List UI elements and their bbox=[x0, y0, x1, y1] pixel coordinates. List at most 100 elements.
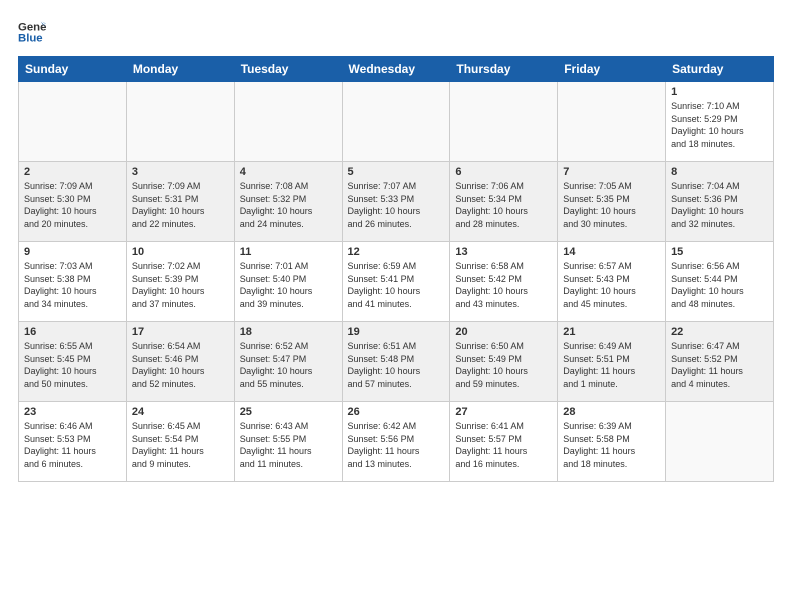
day-info: Sunrise: 7:10 AM Sunset: 5:29 PM Dayligh… bbox=[671, 100, 768, 150]
day-cell: 4Sunrise: 7:08 AM Sunset: 5:32 PM Daylig… bbox=[234, 162, 342, 242]
day-info: Sunrise: 6:50 AM Sunset: 5:49 PM Dayligh… bbox=[455, 340, 552, 390]
logo-icon: General Blue bbox=[18, 18, 46, 46]
header: General Blue bbox=[18, 18, 774, 46]
day-info: Sunrise: 6:49 AM Sunset: 5:51 PM Dayligh… bbox=[563, 340, 660, 390]
day-cell bbox=[666, 402, 774, 482]
day-info: Sunrise: 7:05 AM Sunset: 5:35 PM Dayligh… bbox=[563, 180, 660, 230]
day-number: 25 bbox=[240, 406, 337, 418]
calendar: SundayMondayTuesdayWednesdayThursdayFrid… bbox=[18, 56, 774, 482]
day-cell: 20 Sunrise: 6:50 AM Sunset: 5:49 PM Dayli… bbox=[450, 322, 558, 402]
day-number: 5 bbox=[348, 166, 445, 178]
day-number: 16 bbox=[24, 326, 121, 338]
day-info: Sunrise: 6:39 AM Sunset: 5:58 PM Dayligh… bbox=[563, 420, 660, 470]
day-cell: 6 Sunrise: 7:06 AM Sunset: 5:34 PM Daylig… bbox=[450, 162, 558, 242]
day-cell: 13Sunrise: 6:58 AM Sunset: 5:42 PM Dayli… bbox=[450, 242, 558, 322]
week-row-1: 1 Sunrise: 7:10 AM Sunset: 5:29 PM Daylig… bbox=[19, 82, 774, 162]
col-header-friday: Friday bbox=[558, 57, 666, 82]
page: General Blue SundayMondayTuesdayWednesda… bbox=[0, 0, 792, 492]
day-cell: 12Sunrise: 6:59 AM Sunset: 5:41 PM Dayli… bbox=[342, 242, 450, 322]
day-info: Sunrise: 6:57 AM Sunset: 5:43 PM Dayligh… bbox=[563, 260, 660, 310]
day-cell: 8 Sunrise: 7:04 AM Sunset: 5:36 PM Daylig… bbox=[666, 162, 774, 242]
week-row-2: 2 Sunrise: 7:09 AM Sunset: 5:30 PM Daylig… bbox=[19, 162, 774, 242]
day-info: Sunrise: 6:41 AM Sunset: 5:57 PM Dayligh… bbox=[455, 420, 552, 470]
day-cell: 14 Sunrise: 6:57 AM Sunset: 5:43 PM Dayli… bbox=[558, 242, 666, 322]
day-info: Sunrise: 7:01 AM Sunset: 5:40 PM Dayligh… bbox=[240, 260, 337, 310]
day-number: 2 bbox=[24, 166, 121, 178]
day-number: 24 bbox=[132, 406, 229, 418]
day-number: 17 bbox=[132, 326, 229, 338]
day-info: Sunrise: 6:55 AM Sunset: 5:45 PM Dayligh… bbox=[24, 340, 121, 390]
header-row: SundayMondayTuesdayWednesdayThursdayFrid… bbox=[19, 57, 774, 82]
day-info: Sunrise: 7:08 AM Sunset: 5:32 PM Dayligh… bbox=[240, 180, 337, 230]
day-number: 10 bbox=[132, 246, 229, 258]
day-info: Sunrise: 6:52 AM Sunset: 5:47 PM Dayligh… bbox=[240, 340, 337, 390]
col-header-sunday: Sunday bbox=[19, 57, 127, 82]
day-cell: 28 Sunrise: 6:39 AM Sunset: 5:58 PM Dayli… bbox=[558, 402, 666, 482]
day-cell: 25 Sunrise: 6:43 AM Sunset: 5:55 PM Dayli… bbox=[234, 402, 342, 482]
day-number: 8 bbox=[671, 166, 768, 178]
day-number: 3 bbox=[132, 166, 229, 178]
day-cell: 10 Sunrise: 7:02 AM Sunset: 5:39 PM Dayli… bbox=[126, 242, 234, 322]
day-info: Sunrise: 7:07 AM Sunset: 5:33 PM Dayligh… bbox=[348, 180, 445, 230]
col-header-wednesday: Wednesday bbox=[342, 57, 450, 82]
day-number: 19 bbox=[348, 326, 445, 338]
day-number: 6 bbox=[455, 166, 552, 178]
day-cell: 18Sunrise: 6:52 AM Sunset: 5:47 PM Dayli… bbox=[234, 322, 342, 402]
day-cell bbox=[234, 82, 342, 162]
day-number: 27 bbox=[455, 406, 552, 418]
day-info: Sunrise: 7:06 AM Sunset: 5:34 PM Dayligh… bbox=[455, 180, 552, 230]
day-number: 7 bbox=[563, 166, 660, 178]
day-number: 23 bbox=[24, 406, 121, 418]
day-number: 14 bbox=[563, 246, 660, 258]
col-header-saturday: Saturday bbox=[666, 57, 774, 82]
day-cell: 5 Sunrise: 7:07 AM Sunset: 5:33 PM Daylig… bbox=[342, 162, 450, 242]
day-cell: 22 Sunrise: 6:47 AM Sunset: 5:52 PM Dayli… bbox=[666, 322, 774, 402]
logo: General Blue bbox=[18, 18, 52, 46]
week-row-5: 23 Sunrise: 6:46 AM Sunset: 5:53 PM Dayli… bbox=[19, 402, 774, 482]
day-number: 11 bbox=[240, 246, 337, 258]
day-number: 28 bbox=[563, 406, 660, 418]
day-info: Sunrise: 7:09 AM Sunset: 5:30 PM Dayligh… bbox=[24, 180, 121, 230]
day-info: Sunrise: 6:56 AM Sunset: 5:44 PM Dayligh… bbox=[671, 260, 768, 310]
day-info: Sunrise: 6:42 AM Sunset: 5:56 PM Dayligh… bbox=[348, 420, 445, 470]
day-info: Sunrise: 6:46 AM Sunset: 5:53 PM Dayligh… bbox=[24, 420, 121, 470]
day-cell: 19 Sunrise: 6:51 AM Sunset: 5:48 PM Dayli… bbox=[342, 322, 450, 402]
day-number: 9 bbox=[24, 246, 121, 258]
day-number: 15 bbox=[671, 246, 768, 258]
day-cell: 16 Sunrise: 6:55 AM Sunset: 5:45 PM Dayli… bbox=[19, 322, 127, 402]
day-number: 21 bbox=[563, 326, 660, 338]
day-info: Sunrise: 6:59 AM Sunset: 5:41 PM Dayligh… bbox=[348, 260, 445, 310]
day-info: Sunrise: 7:09 AM Sunset: 5:31 PM Dayligh… bbox=[132, 180, 229, 230]
day-info: Sunrise: 6:43 AM Sunset: 5:55 PM Dayligh… bbox=[240, 420, 337, 470]
day-cell: 24 Sunrise: 6:45 AM Sunset: 5:54 PM Dayli… bbox=[126, 402, 234, 482]
day-number: 22 bbox=[671, 326, 768, 338]
day-info: Sunrise: 7:04 AM Sunset: 5:36 PM Dayligh… bbox=[671, 180, 768, 230]
day-number: 20 bbox=[455, 326, 552, 338]
week-row-3: 9 Sunrise: 7:03 AM Sunset: 5:38 PM Daylig… bbox=[19, 242, 774, 322]
day-cell: 2 Sunrise: 7:09 AM Sunset: 5:30 PM Daylig… bbox=[19, 162, 127, 242]
day-cell: 17 Sunrise: 6:54 AM Sunset: 5:46 PM Dayli… bbox=[126, 322, 234, 402]
day-info: Sunrise: 6:58 AM Sunset: 5:42 PM Dayligh… bbox=[455, 260, 552, 310]
day-cell bbox=[558, 82, 666, 162]
day-info: Sunrise: 7:02 AM Sunset: 5:39 PM Dayligh… bbox=[132, 260, 229, 310]
day-cell bbox=[342, 82, 450, 162]
day-info: Sunrise: 6:47 AM Sunset: 5:52 PM Dayligh… bbox=[671, 340, 768, 390]
col-header-tuesday: Tuesday bbox=[234, 57, 342, 82]
svg-text:Blue: Blue bbox=[18, 33, 43, 45]
col-header-monday: Monday bbox=[126, 57, 234, 82]
col-header-thursday: Thursday bbox=[450, 57, 558, 82]
day-cell: 21 Sunrise: 6:49 AM Sunset: 5:51 PM Dayli… bbox=[558, 322, 666, 402]
day-cell bbox=[450, 82, 558, 162]
day-cell: 11 Sunrise: 7:01 AM Sunset: 5:40 PM Dayli… bbox=[234, 242, 342, 322]
day-cell: 26 Sunrise: 6:42 AM Sunset: 5:56 PM Dayli… bbox=[342, 402, 450, 482]
day-info: Sunrise: 6:51 AM Sunset: 5:48 PM Dayligh… bbox=[348, 340, 445, 390]
day-info: Sunrise: 6:54 AM Sunset: 5:46 PM Dayligh… bbox=[132, 340, 229, 390]
day-info: Sunrise: 6:45 AM Sunset: 5:54 PM Dayligh… bbox=[132, 420, 229, 470]
week-row-4: 16 Sunrise: 6:55 AM Sunset: 5:45 PM Dayli… bbox=[19, 322, 774, 402]
day-cell: 23 Sunrise: 6:46 AM Sunset: 5:53 PM Dayli… bbox=[19, 402, 127, 482]
day-cell bbox=[126, 82, 234, 162]
day-number: 26 bbox=[348, 406, 445, 418]
day-info: Sunrise: 7:03 AM Sunset: 5:38 PM Dayligh… bbox=[24, 260, 121, 310]
day-cell bbox=[19, 82, 127, 162]
day-number: 1 bbox=[671, 86, 768, 98]
